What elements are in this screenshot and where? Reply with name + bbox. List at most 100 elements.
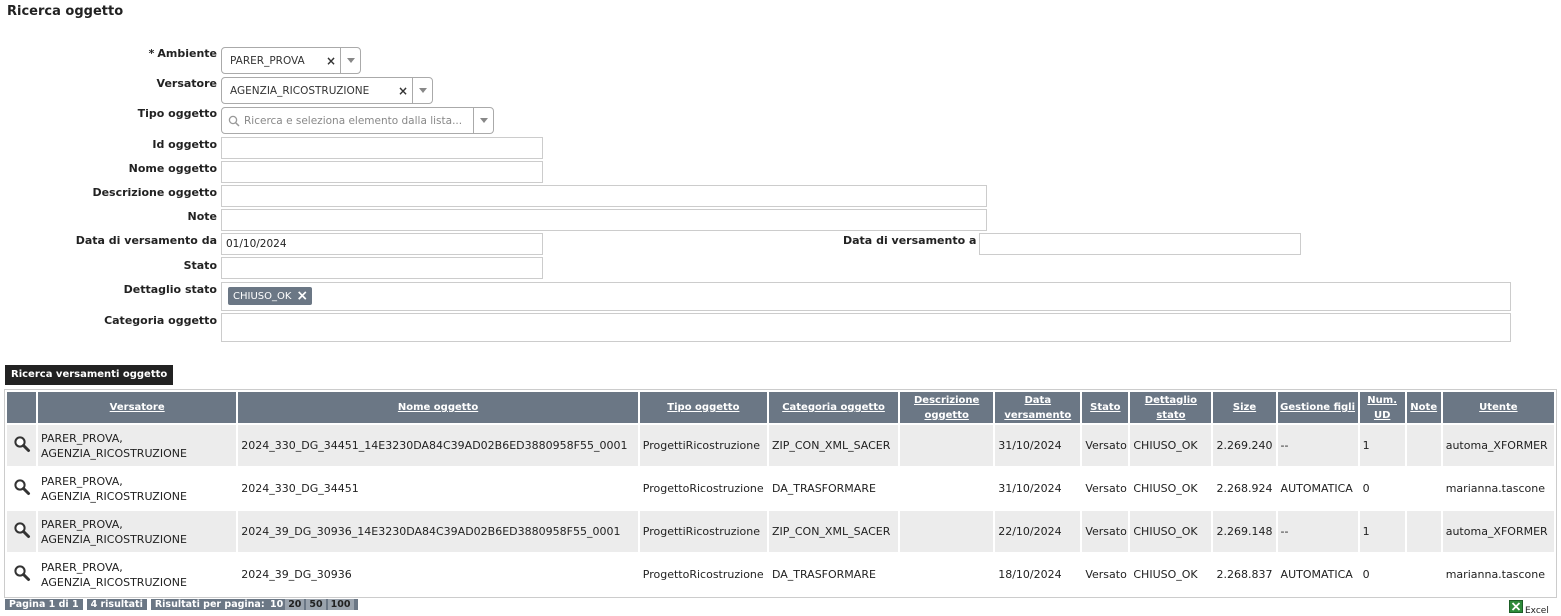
cell-descrizione-oggetto (900, 425, 994, 466)
cell-nome-oggetto: 2024_330_DG_34451_14E3230DA84C39AD02B6ED… (238, 425, 638, 466)
magnifier-icon[interactable] (13, 564, 31, 582)
cell-versatore: PARER_PROVA, AGENZIA_RICOSTRUZIONE (38, 468, 237, 509)
cell-stato: Versato (1082, 468, 1129, 509)
tipo-oggetto-select[interactable]: Ricerca e seleziona elemento dalla lista… (221, 107, 494, 134)
categoria-oggetto-label: Categoria oggetto (104, 314, 217, 327)
magnifier-icon[interactable] (13, 521, 31, 539)
cell-num-ud: 1 (1359, 511, 1405, 552)
tag-label: CHIUSO_OK (233, 290, 292, 302)
header-categoria-oggetto[interactable]: Categoria oggetto (768, 392, 899, 423)
note-input[interactable] (221, 209, 987, 231)
cell-nome-oggetto: 2024_330_DG_34451 (238, 468, 638, 509)
header-versatore[interactable]: Versatore (38, 392, 237, 423)
data-a-input[interactable] (979, 233, 1301, 255)
cell-tipo-oggetto: ProgettoRicostruzione (639, 554, 767, 595)
data-da-label: Data di versamento da (75, 234, 217, 247)
header-tipo-oggetto[interactable]: Tipo oggetto (639, 392, 767, 423)
page-size-selector: Risultati per pagina: 10 20 50 100 (150, 599, 358, 610)
clear-icon[interactable]: × (394, 84, 412, 98)
status-tag: CHIUSO_OK × (228, 287, 313, 305)
remove-tag-icon[interactable]: × (296, 288, 308, 304)
chevron-down-icon[interactable] (412, 78, 432, 103)
chevron-down-icon[interactable] (473, 108, 493, 133)
excel-export-button[interactable]: Excel (1509, 600, 1549, 616)
stato-input[interactable] (221, 257, 543, 279)
cell-utente: marianna.tascone (1442, 468, 1554, 509)
row-action-cell[interactable] (7, 425, 37, 466)
ambiente-select[interactable]: PARER_PROVA × (221, 47, 361, 74)
nome-oggetto-input[interactable] (221, 161, 543, 183)
search-button[interactable]: Ricerca versamenti oggetto (5, 365, 174, 385)
cell-versatore: PARER_PROVA, AGENZIA_RICOSTRUZIONE (38, 554, 237, 595)
note-label: Note (187, 210, 217, 223)
categoria-oggetto-multiselect[interactable] (221, 313, 1511, 342)
cell-nome-oggetto: 2024_39_DG_30936_14E3230DA84C39AD02B6ED3… (238, 511, 638, 552)
cell-descrizione-oggetto (900, 468, 994, 509)
header-note[interactable]: Note (1406, 392, 1441, 423)
header-action (7, 392, 37, 423)
row-action-cell[interactable] (7, 554, 37, 595)
header-size[interactable]: Size (1213, 392, 1276, 423)
header-num-ud[interactable]: Num. UD (1359, 392, 1405, 423)
cell-categoria-oggetto: DA_TRASFORMARE (768, 554, 899, 595)
page-size-100[interactable]: 100 (327, 599, 354, 610)
header-utente[interactable]: Utente (1442, 392, 1554, 423)
cell-tipo-oggetto: ProgettoRicostruzione (639, 468, 767, 509)
page-size-20[interactable]: 20 (285, 599, 305, 610)
cell-gestione-figli: -- (1277, 425, 1358, 466)
cell-categoria-oggetto: ZIP_CON_XML_SACER (768, 425, 899, 466)
versatore-select[interactable]: AGENZIA_RICOSTRUZIONE × (221, 77, 433, 104)
table-header-row: Versatore Nome oggetto Tipo oggetto Cate… (7, 392, 1554, 423)
ambiente-label: * Ambiente (148, 47, 217, 60)
header-dettaglio-stato[interactable]: Dettaglio stato (1130, 392, 1212, 423)
cell-data-versamento: 31/10/2024 (995, 468, 1081, 509)
row-action-cell[interactable] (7, 511, 37, 552)
page-size-label: Risultati per pagina: (154, 599, 265, 610)
cell-versatore: PARER_PROVA, AGENZIA_RICOSTRUZIONE (38, 425, 237, 466)
table-row[interactable]: PARER_PROVA, AGENZIA_RICOSTRUZIONE 2024_3… (7, 554, 1554, 595)
header-descrizione-oggetto[interactable]: Descrizione oggetto (900, 392, 994, 423)
header-nome-oggetto[interactable]: Nome oggetto (238, 392, 638, 423)
cell-gestione-figli: AUTOMATICA (1277, 468, 1358, 509)
cell-utente: automa_XFORMER (1442, 425, 1554, 466)
id-oggetto-label: Id oggetto (152, 138, 217, 151)
cell-dettaglio-stato: CHIUSO_OK (1130, 425, 1212, 466)
results-table: Versatore Nome oggetto Tipo oggetto Cate… (4, 389, 1557, 598)
descrizione-oggetto-input[interactable] (221, 185, 987, 207)
cell-stato: Versato (1082, 511, 1129, 552)
page-size-50[interactable]: 50 (306, 599, 326, 610)
magnifier-icon[interactable] (13, 435, 31, 453)
cell-size: 2.269.240 (1213, 425, 1276, 466)
cell-tipo-oggetto: ProgettiRicostruzione (639, 511, 767, 552)
header-data-versamento[interactable]: Data versamento (995, 392, 1081, 423)
dettaglio-stato-label: Dettaglio stato (123, 283, 217, 296)
row-action-cell[interactable] (7, 468, 37, 509)
cell-categoria-oggetto: ZIP_CON_XML_SACER (768, 511, 899, 552)
data-a-label: Data di versamento a (843, 234, 977, 247)
tipo-oggetto-label: Tipo oggetto (137, 107, 217, 120)
clear-icon[interactable]: × (322, 54, 340, 68)
cell-versatore: PARER_PROVA, AGENZIA_RICOSTRUZIONE (38, 511, 237, 552)
chevron-down-icon[interactable] (340, 48, 360, 73)
cell-descrizione-oggetto (900, 511, 994, 552)
stato-label: Stato (183, 259, 217, 272)
results-count: 4 risultati (86, 599, 147, 610)
cell-categoria-oggetto: DA_TRASFORMARE (768, 468, 899, 509)
ambiente-value: PARER_PROVA (230, 54, 305, 67)
magnifier-icon[interactable] (13, 478, 31, 496)
cell-size: 2.268.924 (1213, 468, 1276, 509)
id-oggetto-input[interactable] (221, 137, 543, 159)
table-row[interactable]: PARER_PROVA, AGENZIA_RICOSTRUZIONE 2024_3… (7, 468, 1554, 509)
cell-size: 2.269.148 (1213, 511, 1276, 552)
table-row[interactable]: PARER_PROVA, AGENZIA_RICOSTRUZIONE 2024_3… (7, 511, 1554, 552)
page-size-10[interactable]: 10 (270, 599, 283, 610)
header-stato[interactable]: Stato (1082, 392, 1129, 423)
search-icon (228, 115, 240, 127)
dettaglio-stato-multiselect[interactable]: CHIUSO_OK × (221, 282, 1511, 311)
header-gestione-figli[interactable]: Gestione figli (1277, 392, 1358, 423)
cell-descrizione-oggetto (900, 554, 994, 595)
cell-num-ud: 0 (1359, 554, 1405, 595)
data-da-input[interactable]: 01/10/2024 (221, 233, 543, 255)
table-row[interactable]: PARER_PROVA, AGENZIA_RICOSTRUZIONE 2024_3… (7, 425, 1554, 466)
required-mark: * (148, 47, 155, 60)
